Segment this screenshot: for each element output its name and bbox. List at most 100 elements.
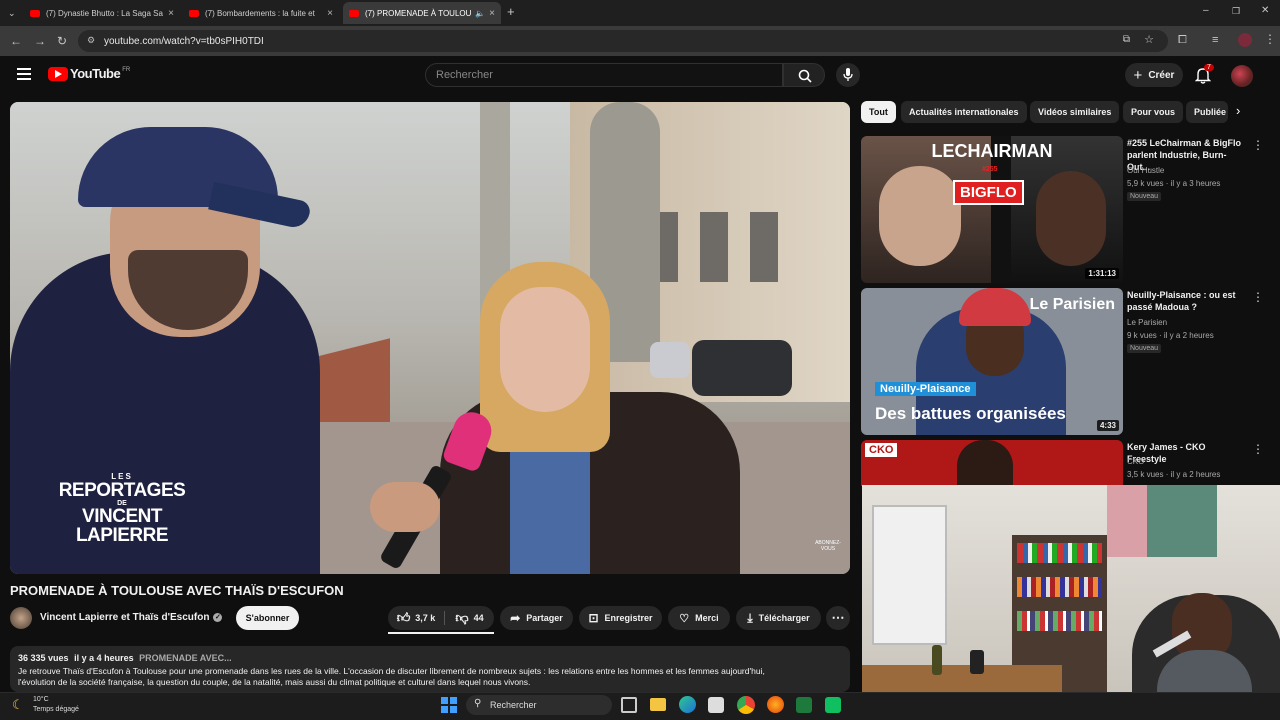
close-tab-icon[interactable]: × [168, 8, 174, 19]
webcam-desk [862, 665, 1062, 695]
chevron-right-icon[interactable]: › [1236, 103, 1240, 118]
back-icon[interactable]: ← [10, 35, 22, 47]
more-icon: ⋯ [831, 610, 845, 625]
recommendation-thumbnail[interactable]: LECHAIRMAN #255 BIGFLO 1:31:13 [861, 136, 1123, 283]
dislike-count: 44 [473, 613, 484, 623]
tab-promenade[interactable]: (7) PROMENADE À TOULOU 🔈 × [343, 2, 501, 24]
weather-moon-icon[interactable]: ☾ [12, 697, 24, 713]
task-view-icon[interactable] [621, 697, 637, 713]
like-button[interactable]: 👍︎ 3,7 k [388, 606, 444, 630]
reload-icon[interactable]: ↻ [57, 35, 67, 47]
chip-published[interactable]: Publiée [1186, 101, 1228, 123]
edge-browser-icon[interactable] [679, 696, 696, 713]
more-options-icon[interactable]: ⋮ [1252, 442, 1264, 456]
recommendation-channel[interactable]: CKO [1127, 455, 1144, 468]
channel-avatar[interactable] [10, 607, 32, 629]
close-tab-icon[interactable]: × [327, 8, 333, 19]
plus-icon: + [1133, 66, 1143, 84]
profile-avatar[interactable] [1238, 33, 1252, 47]
webcam-cup [970, 650, 984, 674]
site-info-icon[interactable]: ⚙ [87, 35, 95, 46]
recommendation-thumbnail[interactable]: Le Parisien Neuilly-Plaisance Des battue… [861, 288, 1123, 435]
thanks-button[interactable]: ♡ Merci [668, 606, 730, 630]
extensions-icon[interactable]: ⧠ [1178, 34, 1187, 46]
notifications-button[interactable]: 7 [1194, 64, 1214, 89]
forward-icon[interactable]: → [34, 35, 46, 47]
account-avatar[interactable] [1231, 65, 1253, 87]
maximize-icon[interactable]: ❐ [1232, 5, 1240, 17]
app-icon[interactable] [796, 697, 812, 713]
description-line: l'évolution de la société française, la … [18, 677, 531, 687]
recommendation-title[interactable]: Kery James - CKO Freestyle [1127, 441, 1247, 465]
windows-start-icon[interactable] [441, 697, 457, 713]
install-app-icon[interactable]: ⧉ [1123, 34, 1130, 45]
search-button[interactable] [783, 63, 825, 87]
firefox-icon[interactable] [767, 696, 784, 713]
more-options-icon[interactable]: ⋮ [1252, 138, 1264, 152]
like-count: 3,7 k [415, 613, 436, 623]
tab-search-icon[interactable]: ⌄ [8, 7, 16, 19]
thumbs-up-icon: 👍︎ [396, 610, 411, 625]
download-button[interactable]: ⤓ Télécharger [736, 606, 821, 630]
channel-name-link[interactable]: Vincent Lapierre et Thaïs d'Escufon ✓ [40, 612, 223, 623]
description-box[interactable]: 36 335 vues il y a 4 heures PROMENADE AV… [10, 646, 850, 692]
search-input[interactable]: Rechercher [425, 63, 783, 87]
search-icon [798, 69, 812, 83]
dislike-button[interactable]: 👎︎ 44 [445, 606, 494, 630]
view-count: 36 335 vues [18, 653, 69, 663]
recommendation-title[interactable]: Neuilly-Plaisance : ou est passé Madoua … [1127, 289, 1247, 313]
file-explorer-icon[interactable] [650, 698, 666, 711]
app-icon[interactable] [825, 697, 841, 713]
create-button[interactable]: + Créer [1125, 63, 1183, 87]
audio-playing-icon[interactable]: 🔈 [475, 9, 485, 18]
youtube-logo[interactable]: YouTube FR [48, 66, 130, 81]
bookmark-star-icon[interactable]: ☆ [1144, 33, 1154, 46]
subscribe-button[interactable]: S'abonner [236, 606, 299, 630]
subscribe-label: S'abonner [245, 613, 290, 623]
recommendation-channel[interactable]: Le Parisien [1127, 316, 1167, 329]
url-text: youtube.com/watch?v=tb0sPIH0TDI [104, 35, 264, 47]
tab-bombardements[interactable]: (7) Bombardements : la fuite et × [183, 2, 339, 24]
more-actions-button[interactable]: ⋯ [826, 606, 850, 630]
chip-similar[interactable]: Vidéos similaires [1030, 101, 1120, 123]
webcam-books [1017, 611, 1102, 631]
save-button[interactable]: ⊡ Enregistrer [579, 606, 662, 630]
taskbar-search[interactable]: ⚲ Rechercher [466, 695, 612, 715]
man-hand [370, 482, 440, 532]
close-window-icon[interactable]: ✕ [1261, 5, 1269, 17]
chip-for-you[interactable]: Pour vous [1123, 101, 1184, 123]
share-button[interactable]: ➦ Partager [500, 606, 573, 630]
youtube-favicon-icon [189, 9, 199, 17]
recommendation-meta: 9 k vues · il y a 2 heures [1127, 331, 1214, 340]
chip-all[interactable]: Tout [861, 101, 896, 123]
search-placeholder: Rechercher [436, 69, 493, 81]
video-title: PROMENADE À TOULOUSE AVEC THAÏS D'ESCUFO… [10, 583, 344, 598]
store-icon[interactable] [708, 697, 724, 713]
weather-widget[interactable]: 10°C Temps dégagé [33, 695, 79, 715]
new-badge: Nouveau [1127, 344, 1162, 353]
voice-search-button[interactable] [836, 63, 860, 87]
bookmark-icon: ⊡ [588, 611, 599, 625]
share-label: Partager [526, 613, 563, 623]
minimize-icon[interactable]: – [1203, 5, 1209, 17]
more-options-icon[interactable]: ⋮ [1252, 290, 1264, 304]
video-duration: 4:33 [1096, 420, 1119, 431]
tab-groups-icon[interactable]: ≡ [1212, 34, 1218, 46]
streamer-webcam-overlay [862, 485, 1280, 695]
save-label: Enregistrer [604, 613, 653, 623]
chip-world-news[interactable]: Actualités internationales [901, 101, 1027, 123]
address-bar[interactable]: ⚙ youtube.com/watch?v=tb0sPIH0TDI ⧉ ☆ [78, 30, 1168, 52]
close-tab-icon[interactable]: × [489, 8, 495, 19]
recommendation-thumbnail[interactable]: CKO [861, 440, 1123, 486]
tab-dynastie-bhutto[interactable]: (7) Dynastie Bhutto : La Saga Sa × [24, 2, 180, 24]
video-player[interactable]: LES REPORTAGES DE VINCENT LAPIERRE ABONN… [10, 102, 850, 574]
hamburger-menu-icon[interactable] [17, 68, 31, 80]
notification-count-badge: 7 [1204, 64, 1214, 71]
recommendation-channel[interactable]: Oui Hustle [1127, 164, 1164, 177]
weather-temperature: 10°C [33, 696, 49, 703]
new-tab-icon[interactable]: + [507, 5, 515, 18]
chrome-browser-icon[interactable] [737, 696, 755, 714]
create-label: Créer [1148, 69, 1175, 81]
browser-menu-icon[interactable]: ⋮ [1264, 33, 1276, 45]
show-logo: LES REPORTAGES DE VINCENT LAPIERRE [52, 472, 192, 545]
